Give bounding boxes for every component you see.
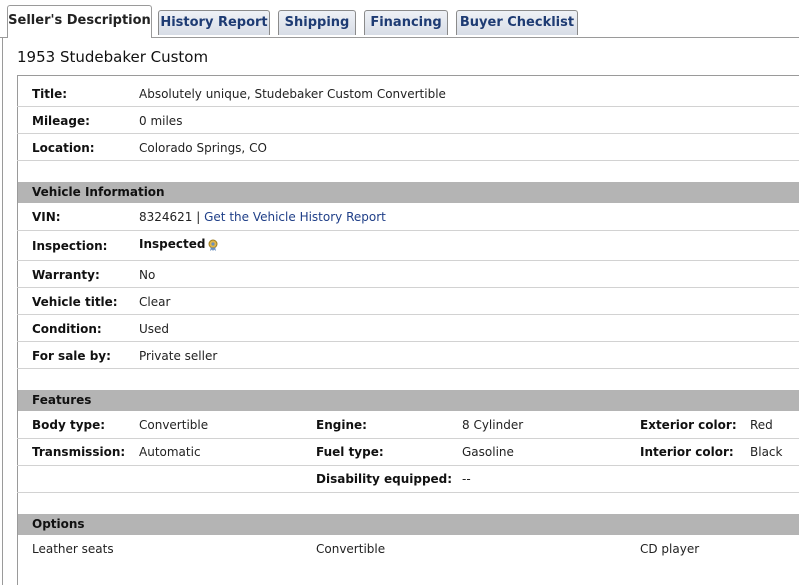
tab-buyer-checklist[interactable]: Buyer Checklist — [456, 10, 578, 35]
table-row: Location: Colorado Springs, CO — [17, 134, 799, 161]
body-type-value: Convertible — [139, 418, 209, 432]
mileage-value: 0 miles — [139, 114, 183, 128]
vehicle-history-report-link[interactable]: Get the Vehicle History Report — [204, 210, 386, 224]
tab-sellers-description[interactable]: Seller's Description — [7, 5, 152, 38]
body-type-label: Body type: — [32, 418, 106, 432]
section-header-options: Options — [18, 514, 799, 535]
fuel-type-value: Gasoline — [462, 445, 514, 459]
vehicle-title-value: Clear — [139, 295, 171, 309]
table-row: Inspection: Inspected — [17, 231, 799, 261]
engine-value: 8 Cylinder — [462, 418, 524, 432]
option-item: Convertible — [316, 542, 386, 556]
warranty-label: Warranty: — [32, 268, 100, 282]
table-row: Transmission: Automatic Fuel type: Gasol… — [17, 439, 799, 466]
for-sale-by-value: Private seller — [139, 349, 218, 363]
section-title: Vehicle Information — [32, 185, 165, 199]
options-row: Leather seats Convertible CD player — [17, 536, 799, 563]
tab-shipping[interactable]: Shipping — [278, 10, 356, 35]
vehicle-title-label: Vehicle title: — [32, 295, 118, 309]
condition-value: Used — [139, 322, 170, 336]
title-value: Absolutely unique, Studebaker Custom Con… — [139, 87, 446, 101]
option-item: CD player — [640, 542, 700, 556]
engine-label: Engine: — [316, 418, 367, 432]
table-row: Vehicle title: Clear — [17, 288, 799, 315]
vin-label: VIN: — [32, 210, 61, 224]
table-row: Mileage: 0 miles — [17, 107, 799, 134]
transmission-value: Automatic — [139, 445, 201, 459]
inspection-label: Inspection: — [32, 239, 108, 253]
fuel-type-label: Fuel type: — [316, 445, 384, 459]
page-title: 1953 Studebaker Custom — [17, 48, 209, 66]
warranty-value: No — [139, 268, 156, 282]
table-row: Warranty: No — [17, 261, 799, 288]
section-title: Options — [32, 517, 85, 531]
inspection-value-cell: Inspected — [139, 237, 219, 251]
table-row: Body type: Convertible Engine: 8 Cylinde… — [17, 412, 799, 439]
inspection-value: Inspected — [139, 237, 206, 251]
exterior-color-value: Red — [750, 418, 773, 432]
option-item: Leather seats — [32, 542, 114, 556]
table-row: Title: Absolutely unique, Studebaker Cus… — [17, 80, 799, 107]
disability-equipped-value: -- — [462, 472, 471, 486]
vin-value: 8324621 — [139, 210, 193, 224]
section-header-vehicle-information: Vehicle Information — [18, 182, 799, 203]
section-header-features: Features — [18, 390, 799, 411]
table-row: For sale by: Private seller — [17, 342, 799, 369]
vin-value-cell: 8324621 | Get the Vehicle History Report — [139, 210, 386, 224]
vin-separator: | — [192, 210, 205, 224]
exterior-color-label: Exterior color: — [640, 418, 737, 432]
interior-color-label: Interior color: — [640, 445, 734, 459]
location-value: Colorado Springs, CO — [139, 141, 267, 155]
interior-color-value: Black — [750, 445, 783, 459]
title-label: Title: — [32, 87, 68, 101]
tab-history-report[interactable]: History Report — [158, 10, 270, 35]
inspected-ribbon-icon[interactable] — [207, 239, 219, 251]
tab-bar: Seller's Description History Report Ship… — [0, 0, 799, 38]
table-row: Condition: Used — [17, 315, 799, 342]
for-sale-by-label: For sale by: — [32, 349, 111, 363]
mileage-label: Mileage: — [32, 114, 90, 128]
tab-financing[interactable]: Financing — [364, 10, 448, 35]
content-border — [2, 37, 3, 585]
table-row: Disability equipped: -- — [17, 466, 799, 493]
transmission-label: Transmission: — [32, 445, 126, 459]
condition-label: Condition: — [32, 322, 102, 336]
location-label: Location: — [32, 141, 95, 155]
section-title: Features — [32, 393, 92, 407]
table-row: VIN: 8324621 | Get the Vehicle History R… — [17, 204, 799, 231]
disability-equipped-label: Disability equipped: — [316, 472, 453, 486]
